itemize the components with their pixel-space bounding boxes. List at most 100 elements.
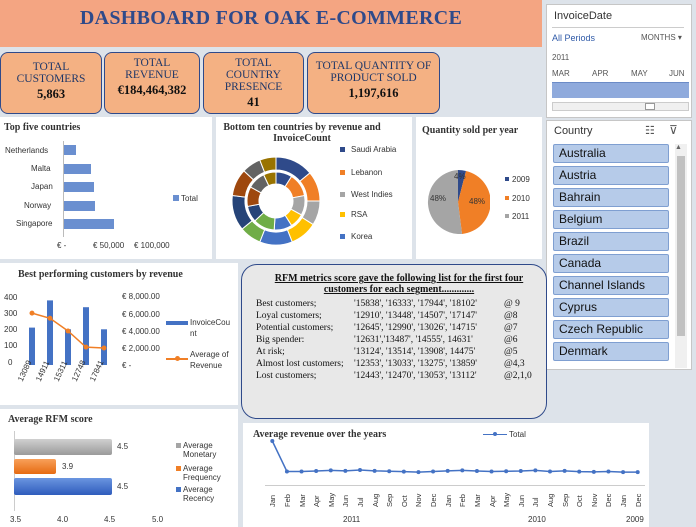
all-periods-link[interactable]: All Periods <box>552 33 595 43</box>
timeline-year: 2011 <box>552 53 570 62</box>
country-item[interactable]: Denmark <box>553 342 669 361</box>
country-item[interactable]: Channel Islands <box>553 276 669 295</box>
legend-label: 2011 <box>512 212 530 221</box>
category-label: Netherlands <box>5 146 49 155</box>
point-avg-revenue <box>29 310 35 316</box>
timeline-month: MAY <box>631 69 648 78</box>
invoice-date-slicer[interactable]: InvoiceDate All Periods MONTHS ▾ 2011 MA… <box>546 4 692 118</box>
timeline-scrollbar[interactable] <box>552 102 689 111</box>
month-label: Jul <box>356 497 365 507</box>
month-label: Feb <box>458 494 468 507</box>
multi-select-icon[interactable]: ☷ <box>645 124 655 137</box>
legend-swatch <box>176 487 181 492</box>
average-rfm-chart: Average RFM score 4.5 3.9 4.5 3.5 4.0 4.… <box>0 409 238 527</box>
donut-segment <box>259 229 293 246</box>
legend-label: Average of Revenue <box>190 350 229 370</box>
revenue-point <box>489 469 494 474</box>
tick-label: 200 <box>4 325 18 334</box>
segment-name: Potential customers; <box>256 323 334 333</box>
clear-filter-icon[interactable]: ⊽ <box>669 123 678 137</box>
rfm-row: Potential customers; '12645', '12990', '1… <box>256 323 546 335</box>
scrollbar-thumb[interactable] <box>645 103 655 110</box>
legend-marker <box>175 356 180 361</box>
segment-score: @5 <box>504 347 518 357</box>
time-level-dropdown[interactable]: MONTHS ▾ <box>641 33 682 42</box>
tick-label: € 6,000.00 <box>122 310 160 319</box>
point-avg-revenue <box>65 328 71 334</box>
best-customers-chart: Best performing customers by revenue 400… <box>0 263 238 405</box>
month-label: Sep <box>560 493 570 507</box>
legend-swatch <box>176 466 181 471</box>
month-label: Oct <box>399 495 409 507</box>
rfm-rows: Best customers; '15838', '16333', '17944'… <box>256 299 546 383</box>
tick-label: 4.0 <box>57 515 69 524</box>
legend-label: 2009 <box>512 175 530 184</box>
slicer-title: Country <box>554 125 593 137</box>
scroll-up-icon[interactable]: ▲ <box>675 144 682 151</box>
slicer-scrollbar[interactable]: ▲ <box>675 144 687 368</box>
segment-name: Big spender: <box>256 335 305 345</box>
revenue-point <box>518 469 523 474</box>
category-label: Japan <box>31 182 53 191</box>
segment-name: Lost customers; <box>256 371 317 381</box>
month-label: Dec <box>604 493 614 507</box>
rfm-row: At risk; '13124', '13514', '13908', 14475… <box>256 347 546 359</box>
country-item[interactable]: Bahrain <box>553 188 669 207</box>
quantity-sold-chart: Quantity sold per year 4% 48% 48% 2009 2… <box>416 117 542 259</box>
rfm-summary-box: RFM metrics score gave the following lis… <box>241 264 547 419</box>
tick-label: 100 <box>4 341 18 350</box>
country-item[interactable]: Czech Republic <box>553 320 669 339</box>
customer-ids: '12353', '13033', '13275', '13859' <box>354 359 477 369</box>
bar-japan <box>64 182 94 192</box>
customer-ids: '13124', '13514', '13908', 14475' <box>354 347 476 357</box>
chart-title: Bottom ten countries by revenue and Invo… <box>223 122 381 144</box>
scrollbar-thumb[interactable] <box>677 156 685 336</box>
country-item[interactable]: Belgium <box>553 210 669 229</box>
country-item[interactable]: Canada <box>553 254 669 273</box>
timeline-month: JUN <box>669 69 685 78</box>
tick-label: € 2,000.00 <box>122 344 160 353</box>
tick-label: 300 <box>4 309 18 318</box>
country-item[interactable]: Austria <box>553 166 669 185</box>
revenue-point <box>387 469 392 474</box>
tick-label: € 4,000.00 <box>122 327 160 336</box>
year-label: 2010 <box>528 515 546 524</box>
timeline-bar[interactable] <box>552 82 689 98</box>
revenue-point <box>358 467 362 472</box>
legend-label: RSA <box>351 210 368 219</box>
x-axis <box>265 485 645 486</box>
segment-score: @4,3 <box>504 359 525 369</box>
month-label: Dec <box>429 493 439 507</box>
revenue-point <box>431 469 436 474</box>
month-label: Mar <box>472 494 482 507</box>
month-label: Dec <box>633 493 643 507</box>
country-slicer[interactable]: Country ☷ ⊽ Australia Austria Bahrain Be… <box>546 120 692 370</box>
segment-score: @2,1,0 <box>504 371 532 381</box>
chart-title: Average RFM score <box>8 414 93 425</box>
data-label: 48% <box>430 194 447 203</box>
month-label: Jan <box>619 494 629 507</box>
legend-label: 2010 <box>512 194 530 203</box>
point-avg-revenue <box>101 345 107 351</box>
bar-netherlands <box>64 145 77 155</box>
revenue-point <box>270 439 275 443</box>
legend-swatch <box>505 177 509 181</box>
category-label: Malta <box>31 164 51 173</box>
tick-label: 400 <box>4 293 18 302</box>
chart-title: Best performing customers by revenue <box>18 269 183 280</box>
revenue-point <box>474 469 479 474</box>
month-label: Jan <box>443 494 453 507</box>
country-item[interactable]: Cyprus <box>553 298 669 317</box>
country-item[interactable]: Australia <box>553 144 669 163</box>
revenue-point <box>606 469 611 474</box>
country-item[interactable]: Brazil <box>553 232 669 251</box>
revenue-point <box>635 470 640 475</box>
revenue-series-line <box>271 440 638 473</box>
month-label: Jan <box>268 494 278 507</box>
tick-label: 0 <box>8 358 13 367</box>
bar-invoicecount <box>83 307 89 365</box>
revenue-point <box>562 468 567 473</box>
chart-title: Quantity sold per year <box>422 125 519 136</box>
timeline-month: APR <box>592 69 609 78</box>
bar-average-monetary <box>14 439 112 455</box>
